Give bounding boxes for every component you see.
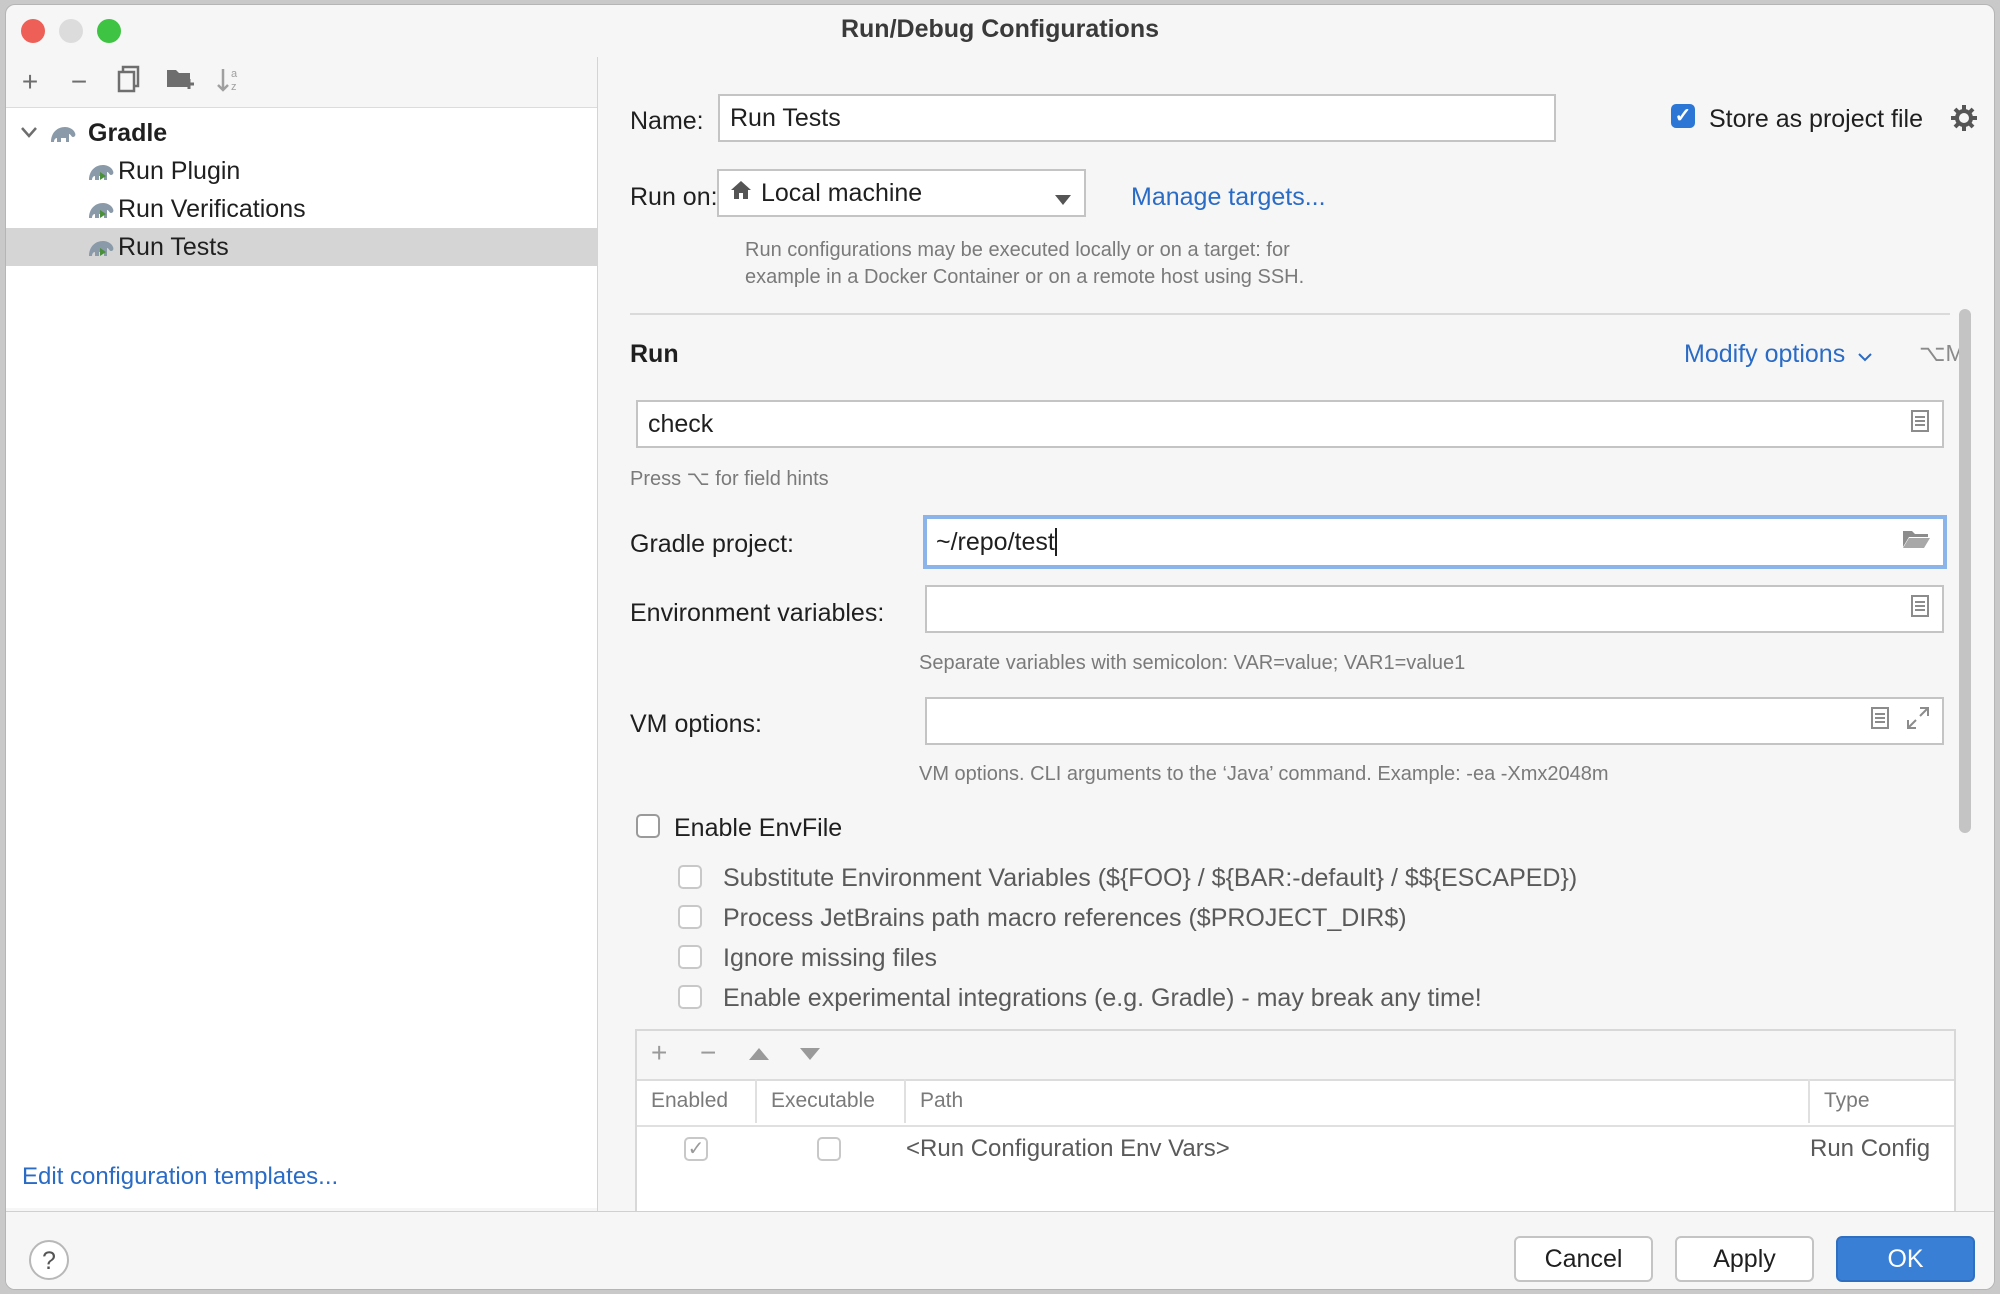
column-header-path[interactable]: Path: [906, 1079, 1810, 1123]
modify-options-label: Modify options: [1684, 340, 1846, 368]
run-on-hint-line1: Run configurations may be executed local…: [745, 239, 1290, 261]
name-field-value: Run Tests: [730, 103, 841, 132]
gradle-project-label: Gradle project:: [630, 530, 794, 558]
sort-icon[interactable]: az: [212, 65, 246, 99]
ignore-missing-files-label: Ignore missing files: [723, 944, 937, 972]
remove-icon[interactable]: −: [700, 1037, 716, 1069]
environment-variables-field[interactable]: [925, 585, 1944, 633]
cancel-button[interactable]: Cancel: [1514, 1236, 1653, 1282]
row-type: Run Config: [1810, 1135, 1931, 1162]
tree-node-gradle[interactable]: Gradle: [6, 114, 597, 152]
gear-icon[interactable]: [1949, 103, 1979, 138]
run-on-dropdown[interactable]: Local machine: [717, 169, 1086, 217]
gradle-project-field[interactable]: ~/repo/test: [923, 515, 1947, 569]
table-header: Enabled Executable Path Type: [637, 1079, 1954, 1127]
chevron-down-icon: [1858, 349, 1872, 366]
column-header-executable[interactable]: Executable: [757, 1079, 906, 1123]
row-enabled-checkbox[interactable]: ✓: [684, 1137, 708, 1161]
name-label: Name:: [630, 107, 704, 135]
table-row[interactable]: ✓ <Run Configuration Env Vars> Run Confi…: [637, 1127, 1954, 1175]
experimental-integrations-label: Enable experimental integrations (e.g. G…: [723, 984, 1482, 1012]
gradle-run-config-icon: [89, 203, 114, 218]
column-header-type[interactable]: Type: [1810, 1079, 1956, 1123]
tree-item-run-tests[interactable]: Run Tests: [6, 228, 597, 266]
tree-item-label: Run Plugin: [118, 157, 241, 185]
column-header-enabled[interactable]: Enabled: [637, 1079, 757, 1123]
configurations-sidebar: + − az Gradle Run Plugin Run Verificatio…: [6, 57, 598, 1211]
gradle-run-config-icon: [89, 165, 114, 180]
text-cursor: [1054, 528, 1057, 556]
substitute-env-vars-label: Substitute Environment Variables (${FOO}…: [723, 864, 1578, 892]
help-button[interactable]: ?: [29, 1240, 69, 1280]
move-down-icon[interactable]: [799, 1047, 821, 1066]
process-path-macros-label: Process JetBrains path macro references …: [723, 904, 1407, 932]
edit-configuration-templates-link[interactable]: Edit configuration templates...: [22, 1163, 338, 1191]
run-on-hint-line2: example in a Docker Container or on a re…: [745, 266, 1305, 288]
ok-button[interactable]: OK: [1836, 1236, 1975, 1282]
tree-item-run-plugin[interactable]: Run Plugin: [6, 152, 597, 190]
store-as-project-file-checkbox[interactable]: ✓: [1671, 104, 1695, 128]
row-executable-checkbox[interactable]: [817, 1137, 841, 1161]
store-as-project-file-label: Store as project file: [1709, 105, 1923, 133]
expand-icon[interactable]: [1906, 706, 1930, 736]
run-debug-configurations-dialog: Run/Debug Configurations + − az Gradle R…: [5, 4, 1995, 1290]
tree-item-label: Run Verifications: [118, 195, 306, 223]
substitute-env-vars-checkbox[interactable]: [678, 865, 702, 889]
modify-options-link[interactable]: Modify options: [1684, 340, 1872, 369]
tasks-field-value: check: [648, 409, 714, 438]
home-icon: [729, 179, 753, 208]
run-on-value: Local machine: [761, 178, 923, 207]
vertical-scrollbar[interactable]: [1959, 309, 1971, 833]
run-section-title: Run: [630, 340, 679, 368]
manage-targets-link[interactable]: Manage targets...: [1131, 183, 1326, 212]
modify-options-shortcut: ⌥M: [1919, 340, 1965, 366]
add-icon[interactable]: +: [13, 65, 47, 99]
section-divider: [630, 313, 1950, 315]
vm-options-hint: VM options. CLI arguments to the ‘Java’ …: [919, 763, 1609, 785]
gradle-elephant-icon: [51, 127, 76, 142]
enable-envfile-checkbox[interactable]: [636, 814, 660, 838]
folder-icon[interactable]: [1901, 528, 1931, 556]
copy-icon[interactable]: [112, 65, 146, 99]
configuration-tree: Gradle Run Plugin Run Verifications Run …: [6, 108, 597, 1208]
title-bar: Run/Debug Configurations: [6, 5, 1994, 57]
svg-text:a: a: [231, 68, 238, 80]
apply-button[interactable]: Apply: [1675, 1236, 1814, 1282]
row-path: <Run Configuration Env Vars>: [906, 1135, 1230, 1162]
tasks-field[interactable]: check: [636, 400, 1944, 448]
run-on-label: Run on:: [630, 183, 718, 211]
field-hints-text: Press ⌥ for field hints: [630, 468, 829, 490]
tree-node-label: Gradle: [88, 119, 168, 147]
sidebar-toolbar: + − az: [6, 57, 597, 108]
vm-options-field[interactable]: [925, 697, 1944, 745]
expand-text-icon[interactable]: [1910, 409, 1930, 439]
experimental-integrations-checkbox[interactable]: [678, 985, 702, 1009]
tree-item-run-verifications[interactable]: Run Verifications: [6, 190, 597, 228]
add-icon[interactable]: +: [651, 1037, 667, 1069]
enable-envfile-label: Enable EnvFile: [674, 814, 843, 842]
vm-options-label: VM options:: [630, 710, 763, 738]
svg-text:z: z: [231, 81, 237, 93]
name-field[interactable]: Run Tests: [718, 94, 1556, 142]
dialog-footer: ? Cancel Apply OK: [6, 1211, 1994, 1289]
gradle-run-config-icon: [89, 241, 114, 256]
edit-vm-options-icon[interactable]: [1870, 706, 1890, 736]
new-folder-icon[interactable]: [163, 65, 197, 99]
move-up-icon[interactable]: [748, 1047, 770, 1066]
window-title: Run/Debug Configurations: [840, 15, 1160, 43]
environment-variables-hint: Separate variables with semicolon: VAR=v…: [919, 652, 1466, 674]
remove-icon[interactable]: −: [62, 65, 96, 99]
chevron-down-icon: [1054, 185, 1072, 214]
edit-env-vars-icon[interactable]: [1910, 594, 1930, 624]
gradle-project-value: ~/repo/test: [936, 527, 1055, 556]
process-path-macros-checkbox[interactable]: [678, 905, 702, 929]
tree-item-label: Run Tests: [118, 233, 229, 261]
environment-variables-label: Environment variables:: [630, 599, 885, 627]
ignore-missing-files-checkbox[interactable]: [678, 945, 702, 969]
envfile-table-toolbar: + −: [637, 1031, 1954, 1081]
